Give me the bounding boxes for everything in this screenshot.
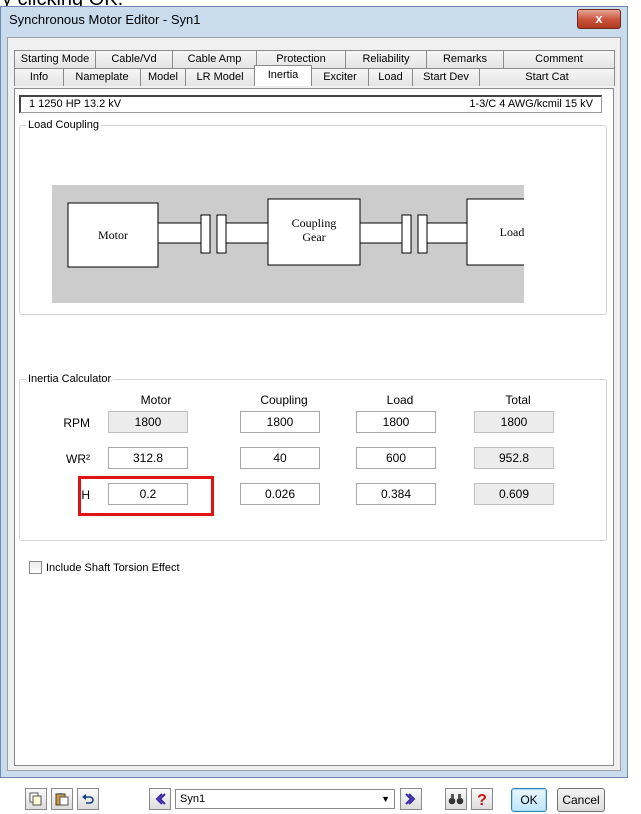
window-title: Synchronous Motor Editor - Syn1 [9, 12, 201, 27]
total-wr2-field: 952.8 [474, 447, 554, 469]
inertia-calculator-legend: Inertia Calculator [28, 373, 112, 385]
element-selector[interactable]: Syn1 ▼ [175, 789, 395, 809]
help-button[interactable]: ? [471, 788, 493, 810]
info-right: 1-3/C 4 AWG/kcmil 15 kV [469, 98, 593, 110]
coupling-wr2-field[interactable]: 40 [240, 447, 320, 469]
bottom-toolbar: Syn1 ▼ ? OK Cancel [15, 784, 613, 814]
gear-label-2: Gear [302, 230, 325, 244]
tab-cable-vd[interactable]: Cable/Vd [95, 50, 173, 68]
find-button[interactable] [445, 788, 467, 810]
undo-icon [82, 794, 94, 804]
col-total-header: Total [505, 393, 531, 407]
tab-row-2: Info Nameplate Model LR Model Inertia Ex… [14, 65, 615, 86]
previous-button[interactable] [149, 788, 171, 810]
next-icon [405, 793, 416, 805]
undo-button[interactable] [77, 788, 99, 810]
col-coupling-header: Coupling [260, 393, 308, 407]
copy-button[interactable] [25, 788, 47, 810]
tab-starting-mode[interactable]: Starting Mode [14, 50, 96, 68]
tab-comment[interactable]: Comment [503, 50, 615, 68]
tab-cable-amp[interactable]: Cable Amp [172, 50, 257, 68]
tab-remarks[interactable]: Remarks [426, 50, 504, 68]
row-rpm-label: RPM [63, 416, 90, 430]
tab-lr-model[interactable]: LR Model [185, 68, 255, 86]
tab-exciter[interactable]: Exciter [311, 68, 369, 86]
next-button[interactable] [400, 788, 422, 810]
coupling-diagram-svg: Motor Coupling Gear Load [67, 198, 558, 268]
load-h-field[interactable]: 0.384 [356, 483, 436, 505]
coupling-flange-1 [200, 214, 211, 254]
find-icon [448, 794, 464, 805]
coupling-flange-4 [417, 214, 428, 254]
chevron-down-icon[interactable]: ▼ [381, 790, 390, 808]
tab-start-dev[interactable]: Start Dev [412, 68, 480, 86]
load-rpm-field[interactable]: 1800 [356, 411, 436, 433]
motor-shaft [157, 222, 202, 244]
gear-shaft-left [225, 222, 269, 244]
col-motor-header: Motor [140, 393, 172, 407]
tab-nameplate[interactable]: Nameplate [63, 68, 141, 86]
row-h-label: H [81, 488, 90, 502]
cancel-button[interactable]: Cancel [557, 788, 605, 812]
close-button[interactable]: x [577, 9, 621, 29]
title-bar: Synchronous Motor Editor - Syn1 x [1, 7, 627, 33]
col-load-header: Load [386, 393, 414, 407]
tab-row-1: Starting Mode Cable/Vd Cable Amp Protect… [14, 50, 615, 68]
inertia-panel: 1 1250 HP 13.2 kV 1-3/C 4 AWG/kcmil 15 k… [14, 88, 614, 812]
inertia-calculator-group: Inertia Calculator Motor Coupling Load T… [19, 373, 607, 541]
motor-label: Motor [98, 228, 128, 242]
motor-rpm-field: 1800 [108, 411, 188, 433]
total-rpm-field: 1800 [474, 411, 554, 433]
gear-shaft-right [359, 222, 403, 244]
editor-window: Synchronous Motor Editor - Syn1 x Starti… [0, 6, 628, 812]
tab-reliability[interactable]: Reliability [345, 50, 427, 68]
load-label: Load [500, 225, 524, 239]
load-wr2-field[interactable]: 600 [356, 447, 436, 469]
previous-icon [155, 793, 166, 805]
info-left: 1 1250 HP 13.2 kV [29, 98, 122, 110]
shaft-torsion-checkbox[interactable] [29, 561, 42, 574]
gear-label-1: Coupling [292, 216, 337, 230]
load-shaft [426, 222, 468, 244]
ok-button[interactable]: OK [511, 788, 547, 812]
tab-start-cat[interactable]: Start Cat [479, 68, 615, 86]
motor-h-field[interactable]: 0.2 [108, 483, 188, 505]
shaft-torsion-label: Include Shaft Torsion Effect [46, 561, 180, 574]
info-bar: 1 1250 HP 13.2 kV 1-3/C 4 AWG/kcmil 15 k… [19, 95, 602, 113]
tab-load[interactable]: Load [368, 68, 413, 86]
tab-info[interactable]: Info [14, 68, 64, 86]
total-h-field: 0.609 [474, 483, 554, 505]
help-icon: ? [477, 792, 487, 807]
coupling-flange-3 [401, 214, 412, 254]
dialog-body: Starting Mode Cable/Vd Cable Amp Protect… [7, 37, 621, 812]
tab-inertia[interactable]: Inertia [254, 65, 312, 86]
coupling-flange-2 [216, 214, 227, 254]
tab-model[interactable]: Model [140, 68, 186, 86]
load-coupling-legend: Load Coupling [28, 119, 99, 131]
load-coupling-group: Load Coupling Motor Coupling Gear Load [19, 119, 607, 315]
coupling-diagram: Motor Coupling Gear Load [52, 185, 558, 303]
paste-button[interactable] [51, 788, 73, 810]
row-wr2-label: WR² [66, 452, 90, 466]
motor-wr2-field[interactable]: 312.8 [108, 447, 188, 469]
paste-icon [55, 793, 69, 806]
copy-icon [29, 792, 42, 806]
element-selector-value: Syn1 [180, 793, 206, 805]
shaft-torsion-checkbox-row[interactable]: Include Shaft Torsion Effect [29, 561, 180, 574]
svg-text:?: ? [477, 792, 487, 807]
coupling-h-field[interactable]: 0.026 [240, 483, 320, 505]
coupling-rpm-field[interactable]: 1800 [240, 411, 320, 433]
